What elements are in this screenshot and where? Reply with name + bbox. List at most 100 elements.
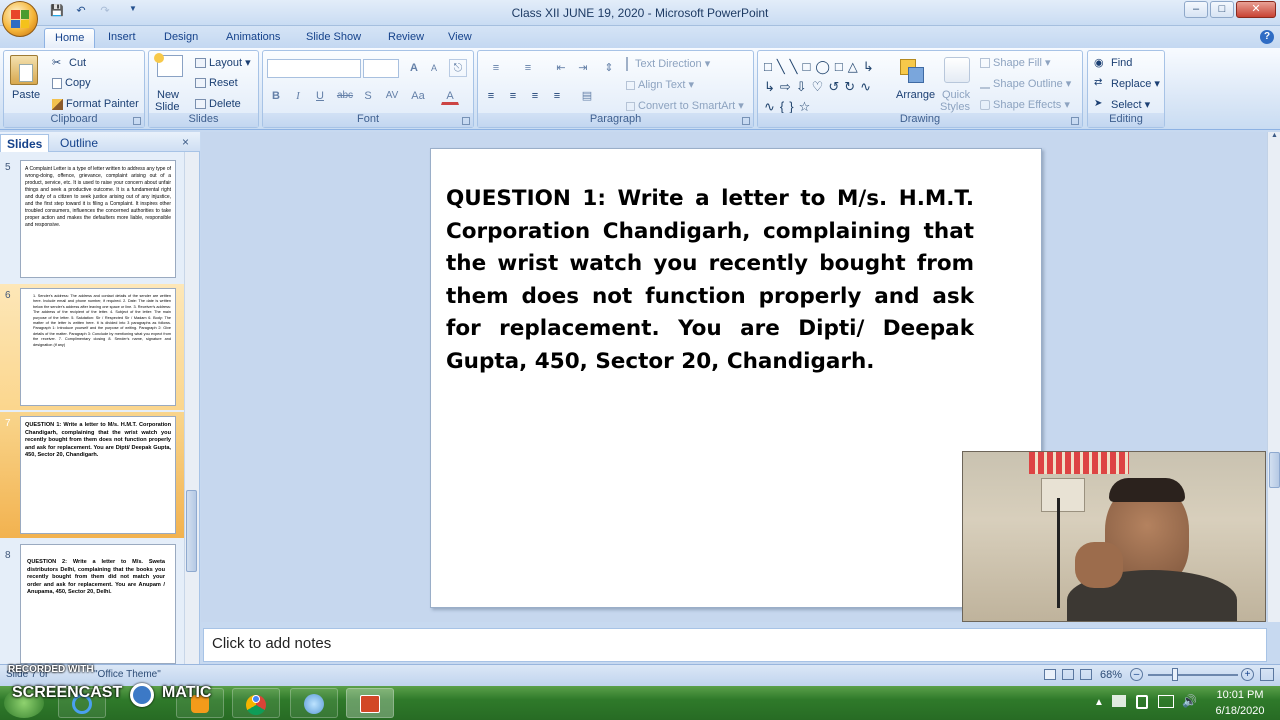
blank-app-icon[interactable]: [290, 688, 338, 718]
powerpoint-icon[interactable]: [346, 688, 394, 718]
change-case-button[interactable]: Aa: [407, 87, 429, 105]
new-slide-button-label[interactable]: Slide: [155, 101, 179, 113]
zoom-out-button[interactable]: –: [1130, 668, 1143, 681]
layout-button[interactable]: Layout ▾: [195, 56, 251, 69]
shrink-font-button[interactable]: A: [425, 59, 443, 77]
notes-pane[interactable]: [203, 628, 1267, 662]
arrange-icon[interactable]: [898, 57, 928, 85]
tray-network-icon[interactable]: [1158, 695, 1174, 708]
bullets-icon[interactable]: ≡: [482, 59, 510, 77]
slide-thumbnail-text: A Complaint Letter is a type of letter w…: [25, 166, 171, 228]
align-right-icon[interactable]: ≡: [526, 87, 544, 105]
normal-view-icon[interactable]: [1044, 669, 1056, 680]
notes-placeholder[interactable]: Click to add notes: [212, 635, 331, 652]
slide-vertical-scrollbar[interactable]: ▲: [1267, 132, 1280, 622]
columns-icon[interactable]: ▤: [574, 87, 600, 105]
dialog-launcher-icon[interactable]: [133, 117, 141, 125]
tab-animations[interactable]: Animations: [216, 28, 290, 48]
tray-volume-icon[interactable]: 🔊: [1182, 694, 1197, 708]
new-slide-button[interactable]: New: [157, 89, 179, 101]
shape-fill-button[interactable]: Shape Fill ▾: [980, 56, 1051, 69]
format-painter-button[interactable]: Format Painter: [52, 98, 139, 110]
paste-icon[interactable]: [10, 55, 38, 85]
slide-thumbnail-selected[interactable]: QUESTION 1: Write a letter to M/s. H.M.T…: [20, 416, 176, 534]
tray-arrow-icon[interactable]: ▲: [1094, 697, 1104, 708]
arrange-button[interactable]: Arrange: [896, 89, 935, 101]
convert-smartart-button[interactable]: Convert to SmartArt ▾: [626, 99, 744, 112]
dialog-launcher-icon[interactable]: [1071, 117, 1079, 125]
slide-number: 6: [5, 290, 11, 301]
grow-font-button[interactable]: A: [405, 59, 423, 77]
shape-outline-button[interactable]: Shape Outline ▾: [980, 77, 1071, 90]
bold-button[interactable]: B: [267, 87, 285, 105]
paste-button[interactable]: Paste: [12, 89, 40, 101]
reset-button[interactable]: Reset: [195, 77, 238, 89]
numbering-icon[interactable]: ≡: [514, 59, 542, 77]
scrollbar-thumb[interactable]: [186, 490, 197, 572]
quick-styles-button[interactable]: Quick: [942, 89, 970, 101]
tab-slides[interactable]: Slides: [0, 134, 50, 152]
decrease-indent-icon[interactable]: ⇤: [552, 59, 570, 77]
slide-show-view-icon[interactable]: [1080, 669, 1092, 680]
increase-indent-icon[interactable]: ⇥: [574, 59, 592, 77]
tab-insert[interactable]: Insert: [98, 28, 146, 48]
new-slide-icon[interactable]: [154, 53, 183, 77]
minimize-button[interactable]: –: [1184, 1, 1208, 18]
close-button[interactable]: ✕: [1236, 1, 1276, 18]
tab-slide-show[interactable]: Slide Show: [296, 28, 371, 48]
text-direction-button[interactable]: Text Direction ▾: [626, 57, 710, 72]
slide-thumbnail-wrap-selected: 7 QUESTION 1: Write a letter to M/s. H.M…: [0, 412, 184, 538]
tab-outline[interactable]: Outline: [54, 134, 104, 152]
quick-styles-icon[interactable]: [944, 57, 970, 83]
tab-view[interactable]: View: [438, 28, 482, 48]
slide-thumbnail[interactable]: QUESTION 2: Write a letter to M/s. Sweta…: [20, 544, 176, 664]
cut-button[interactable]: ✂ Cut: [52, 56, 86, 70]
strikethrough-button[interactable]: abc: [333, 87, 357, 105]
shadow-button[interactable]: S: [359, 87, 377, 105]
dialog-launcher-icon[interactable]: [462, 117, 470, 125]
clear-formatting-icon[interactable]: ⎋: [449, 59, 467, 77]
tray-flag-icon[interactable]: [1112, 695, 1126, 707]
align-left-icon[interactable]: ≡: [482, 87, 500, 105]
shape-effects-button[interactable]: Shape Effects ▾: [980, 98, 1070, 111]
character-spacing-button[interactable]: AV: [381, 87, 403, 105]
tray-power-icon[interactable]: [1136, 695, 1148, 709]
slide-sorter-icon[interactable]: [1062, 669, 1074, 680]
tab-design[interactable]: Design: [154, 28, 208, 48]
select-button[interactable]: ➤ Select ▾: [1094, 98, 1150, 112]
italic-button[interactable]: I: [289, 87, 307, 105]
zoom-slider-track[interactable]: [1148, 674, 1238, 676]
zoom-in-button[interactable]: +: [1241, 668, 1254, 681]
chrome-icon[interactable]: [232, 688, 280, 718]
shapes-gallery[interactable]: □╲╲□◯□△↳↳⇨⇩♡↺↻∿∿{}☆: [764, 57, 884, 114]
dialog-launcher-icon[interactable]: [742, 117, 750, 125]
font-name-field[interactable]: [267, 59, 361, 78]
fit-to-window-icon[interactable]: [1260, 668, 1274, 681]
slide-thumbnail[interactable]: A Complaint Letter is a type of letter w…: [20, 160, 176, 278]
close-icon[interactable]: ×: [182, 135, 189, 149]
slides-pane-scrollbar[interactable]: [184, 152, 199, 664]
slide-thumbnail[interactable]: 1. Sender's address: The address and con…: [20, 288, 176, 406]
maximize-button[interactable]: □: [1210, 1, 1234, 18]
quick-styles-button-label[interactable]: Styles: [940, 101, 970, 113]
zoom-slider-thumb[interactable]: [1172, 668, 1178, 681]
line-spacing-icon[interactable]: ⇕: [596, 59, 622, 77]
find-button[interactable]: ◉ Find: [1094, 56, 1132, 70]
underline-button[interactable]: U: [311, 87, 329, 105]
justify-icon[interactable]: ≡: [548, 87, 566, 105]
clock-time[interactable]: 10:01 PM: [1210, 689, 1270, 701]
copy-button[interactable]: Copy: [52, 77, 91, 89]
office-button[interactable]: [2, 1, 38, 37]
tab-home[interactable]: Home: [44, 28, 96, 48]
align-text-button[interactable]: Align Text ▾: [626, 78, 694, 91]
font-color-button[interactable]: A: [441, 87, 459, 105]
delete-button[interactable]: Delete: [195, 98, 241, 110]
clock-date[interactable]: 6/18/2020: [1210, 705, 1270, 717]
slide-body-text[interactable]: QUESTION 1: Write a letter to M/s. H.M.T…: [446, 183, 974, 379]
replace-button[interactable]: ⇄ Replace ▾: [1094, 77, 1160, 91]
font-size-field[interactable]: [363, 59, 399, 78]
help-icon[interactable]: ?: [1260, 30, 1274, 44]
align-center-icon[interactable]: ≡: [504, 87, 522, 105]
tab-review[interactable]: Review: [378, 28, 434, 48]
zoom-level[interactable]: 68%: [1100, 669, 1122, 681]
